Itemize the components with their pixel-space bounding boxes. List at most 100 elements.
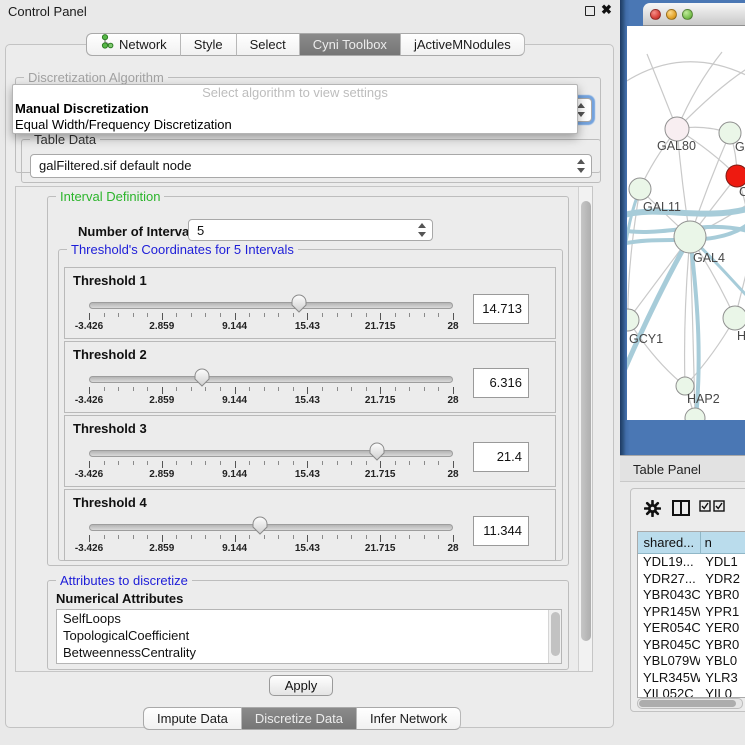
attribute-list-item[interactable]: SelfLoops bbox=[57, 610, 561, 627]
network-node[interactable] bbox=[665, 117, 689, 141]
control-panel-titlebar: Control Panel ✖ bbox=[0, 0, 620, 22]
slider-thumb[interactable] bbox=[291, 294, 307, 313]
minor-tick bbox=[191, 461, 192, 465]
minimize-traffic-icon[interactable] bbox=[666, 9, 677, 20]
threshold-value-field[interactable]: 21.4 bbox=[473, 442, 529, 472]
close-icon[interactable]: ✖ bbox=[601, 2, 612, 18]
slider-track[interactable] bbox=[89, 524, 453, 531]
algorithm-dropdown-popup: Select algorithm to view settings Manual… bbox=[12, 84, 578, 134]
major-tick bbox=[453, 313, 454, 320]
threshold-slider-1[interactable]: -3.4262.8599.14415.4321.71528 bbox=[89, 294, 453, 338]
chevron-updown-icon bbox=[418, 223, 427, 237]
list-scrollbar[interactable] bbox=[548, 610, 561, 663]
column-header-shared-name[interactable]: shared... bbox=[638, 532, 701, 554]
network-node[interactable] bbox=[674, 221, 706, 253]
network-edge[interactable] bbox=[685, 237, 690, 386]
threshold-value-field[interactable]: 6.316 bbox=[473, 368, 529, 398]
network-node[interactable] bbox=[726, 165, 745, 187]
table-data-select[interactable]: galFiltered.sif default node bbox=[30, 154, 592, 178]
table-row[interactable]: YBR045CYBR0 bbox=[638, 637, 745, 654]
minor-tick bbox=[176, 387, 177, 391]
table-hscrollbar[interactable] bbox=[637, 698, 743, 709]
slider-track[interactable] bbox=[89, 376, 453, 383]
bottom-tabbar: Impute DataDiscretize DataInfer Network bbox=[143, 707, 461, 729]
tab-cyni-toolbox[interactable]: Cyni Toolbox bbox=[300, 33, 401, 56]
gear-icon[interactable] bbox=[644, 500, 661, 517]
checkboxes-icon[interactable] bbox=[699, 500, 725, 512]
table-row[interactable]: YDR27...YDR2 bbox=[638, 571, 745, 588]
attribute-list-item[interactable]: BetweennessCentrality bbox=[57, 644, 561, 661]
table-row[interactable]: YER054CYER0 bbox=[638, 620, 745, 637]
numerical-attributes-list[interactable]: SelfLoopsTopologicalCoefficientBetweenne… bbox=[56, 609, 562, 664]
threshold-slider-4[interactable]: -3.4262.8599.14415.4321.71528 bbox=[89, 516, 453, 560]
tick-label: 2.859 bbox=[149, 395, 174, 406]
tab-network[interactable]: Network bbox=[86, 33, 181, 56]
panel-title: Control Panel bbox=[8, 4, 87, 19]
threshold-value-field[interactable]: 11.344 bbox=[473, 516, 529, 546]
attribute-list-item[interactable]: TopologicalCoefficient bbox=[57, 627, 561, 644]
network-node[interactable] bbox=[629, 178, 651, 200]
slider-track[interactable] bbox=[89, 302, 453, 309]
network-canvas[interactable]: GAL80GACGAL11GAL4GCY1HHAP2 bbox=[627, 26, 745, 420]
algorithm-option[interactable]: Manual Discretization bbox=[13, 101, 577, 117]
table-row[interactable]: YIL052CYIL0 bbox=[638, 686, 745, 698]
tab-impute-data[interactable]: Impute Data bbox=[143, 707, 242, 730]
node-table[interactable]: shared...nYDL19...YDL1YDR27...YDR2YBR043… bbox=[637, 531, 745, 698]
network-node[interactable] bbox=[723, 306, 745, 330]
table-row[interactable]: YLR345WYLR3 bbox=[638, 670, 745, 687]
tick-label: 28 bbox=[447, 395, 458, 406]
zoom-traffic-icon[interactable] bbox=[682, 9, 693, 20]
slider-thumb[interactable] bbox=[194, 368, 210, 387]
minor-tick bbox=[220, 313, 221, 317]
network-edge[interactable] bbox=[677, 68, 745, 129]
table-row[interactable]: YBL079WYBL0 bbox=[638, 653, 745, 670]
table-row[interactable]: YPR145WYPR1 bbox=[638, 604, 745, 621]
slider-thumb[interactable] bbox=[252, 516, 268, 535]
major-tick bbox=[162, 535, 163, 542]
network-node-label: H bbox=[737, 329, 745, 343]
apply-button[interactable]: Apply bbox=[269, 675, 333, 696]
network-edge[interactable] bbox=[677, 52, 722, 129]
threshold-value-field[interactable]: 14.713 bbox=[473, 294, 529, 324]
table-row[interactable]: YBR043CYBR0 bbox=[638, 587, 745, 604]
minor-tick bbox=[337, 313, 338, 317]
slider-track[interactable] bbox=[89, 450, 453, 457]
network-edge[interactable] bbox=[627, 62, 745, 84]
threshold-slider-3[interactable]: -3.4262.8599.14415.4321.71528 bbox=[89, 442, 453, 486]
split-columns-icon[interactable] bbox=[672, 500, 690, 516]
tab-infer-network[interactable]: Infer Network bbox=[357, 707, 461, 730]
chevron-updown-icon bbox=[577, 159, 586, 173]
minor-tick bbox=[104, 387, 105, 391]
tab-select[interactable]: Select bbox=[237, 33, 300, 56]
algorithm-option[interactable]: Equal Width/Frequency Discretization bbox=[13, 117, 577, 133]
table-cell: YDR27... bbox=[638, 571, 701, 588]
table-data-label: Table Data bbox=[30, 132, 100, 147]
close-traffic-icon[interactable] bbox=[650, 9, 661, 20]
right-side: GAL80GACGAL11GAL4GCY1HHAP2 Table Panel bbox=[620, 0, 745, 745]
tab-discretize-data[interactable]: Discretize Data bbox=[242, 707, 357, 730]
scrollbar-thumb[interactable] bbox=[581, 201, 591, 641]
tick-label: 21.715 bbox=[365, 543, 396, 554]
minor-tick bbox=[409, 387, 410, 391]
network-edge-thick[interactable] bbox=[627, 237, 690, 378]
tick-label: 21.715 bbox=[365, 395, 396, 406]
settings-scrollbar[interactable] bbox=[578, 187, 592, 671]
number-of-intervals-select[interactable]: 5 bbox=[188, 219, 433, 241]
minor-tick bbox=[409, 313, 410, 317]
minor-tick bbox=[351, 313, 352, 317]
minor-tick bbox=[118, 387, 119, 391]
network-edge[interactable] bbox=[690, 133, 730, 237]
table-row[interactable]: YDL19...YDL1 bbox=[638, 554, 745, 571]
threshold-slider-2[interactable]: -3.4262.8599.14415.4321.71528 bbox=[89, 368, 453, 412]
float-window-icon[interactable] bbox=[585, 6, 595, 16]
tab-style[interactable]: Style bbox=[181, 33, 237, 56]
network-node[interactable] bbox=[685, 408, 705, 420]
network-node-label: GAL11 bbox=[643, 200, 681, 214]
network-node[interactable] bbox=[627, 309, 639, 331]
network-window-titlebar[interactable] bbox=[643, 3, 745, 26]
tab-label: jActiveMNodules bbox=[414, 34, 511, 56]
column-header-name[interactable]: n bbox=[701, 532, 745, 554]
tab-jactivemnodules[interactable]: jActiveMNodules bbox=[401, 33, 525, 56]
network-edge[interactable] bbox=[628, 320, 685, 386]
slider-thumb[interactable] bbox=[369, 442, 385, 461]
